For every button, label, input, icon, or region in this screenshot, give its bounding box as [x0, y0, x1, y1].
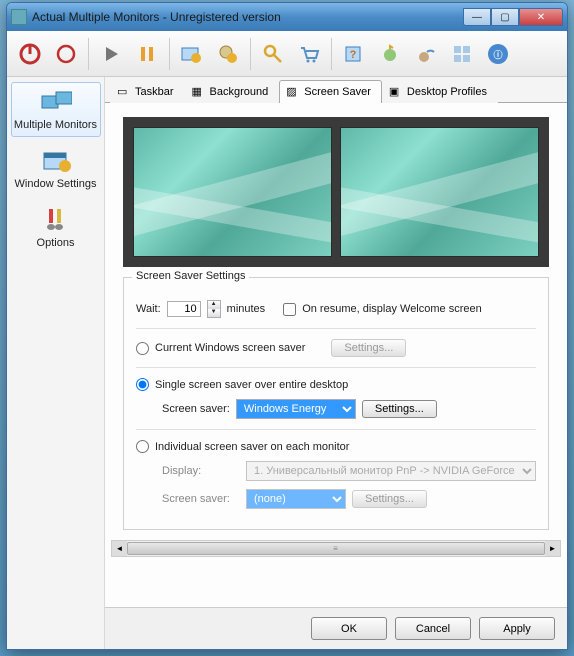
wait-input[interactable] [167, 301, 201, 317]
sidebar: Multiple Monitors Window Settings Option… [7, 77, 105, 649]
settings-button-individual[interactable]: Settings... [352, 490, 427, 508]
sidebar-item-multiple-monitors[interactable]: Multiple Monitors [11, 82, 101, 137]
pause-button[interactable] [130, 35, 164, 73]
multiple-monitors-icon [40, 88, 72, 116]
settings-button-current[interactable]: Settings... [331, 339, 406, 357]
wait-spinner[interactable]: ▲▼ [207, 300, 221, 318]
key-icon[interactable] [256, 35, 290, 73]
screen-saver-settings-group: Screen Saver Settings Wait: ▲▼ minutes O… [123, 277, 549, 530]
globe-icon[interactable]: ⓘ [481, 35, 515, 73]
ok-button[interactable]: OK [311, 617, 387, 640]
screensaver-preview [123, 117, 549, 267]
horizontal-scrollbar[interactable]: ◄ ≡ ► [111, 540, 561, 557]
app-icon [11, 9, 27, 25]
svg-text:?: ? [350, 49, 357, 61]
radio-individual[interactable] [136, 440, 149, 453]
sidebar-item-label: Window Settings [14, 178, 98, 190]
feedback-icon[interactable] [409, 35, 443, 73]
sidebar-item-options[interactable]: Options [11, 200, 101, 255]
window-settings-icon [40, 147, 72, 175]
apply-button[interactable]: Apply [479, 617, 555, 640]
opt-individual-label: Individual screen saver on each monitor [155, 441, 349, 453]
svg-text:ⓘ: ⓘ [493, 49, 502, 60]
close-button[interactable]: ✕ [519, 8, 563, 26]
ind-screen-saver-select[interactable]: (none) [246, 489, 346, 509]
maximize-button[interactable]: ▢ [491, 8, 519, 26]
grid-icon[interactable] [445, 35, 479, 73]
power-button[interactable] [13, 35, 47, 73]
tab-screen-saver[interactable]: ▨Screen Saver [279, 80, 382, 103]
toolbar: ? ⓘ [7, 31, 567, 77]
settings-button-single[interactable]: Settings... [362, 400, 437, 418]
screen-saver-label: Screen saver: [162, 403, 230, 415]
sidebar-item-label: Multiple Monitors [14, 119, 98, 131]
sidebar-item-label: Options [14, 237, 98, 249]
tab-background[interactable]: ▦Background [185, 80, 280, 103]
screen-saver-select[interactable]: Windows Energy [236, 399, 356, 419]
radio-single-screen-saver[interactable] [136, 378, 149, 391]
display-select[interactable]: 1. Универсальный монитор PnP -> NVIDIA G… [246, 461, 536, 481]
wait-label: Wait: [136, 303, 161, 315]
help-icon[interactable]: ? [337, 35, 371, 73]
resume-label: On resume, display Welcome screen [302, 303, 482, 315]
display-label: Display: [162, 465, 240, 477]
cancel-button[interactable]: Cancel [395, 617, 471, 640]
opt-single-label: Single screen saver over entire desktop [155, 379, 348, 391]
background-icon: ▦ [192, 85, 206, 99]
preview-monitor-1 [133, 127, 332, 257]
desktop-profiles-icon: ▣ [389, 85, 403, 99]
opt-current-label: Current Windows screen saver [155, 342, 305, 354]
group-title: Screen Saver Settings [132, 270, 249, 282]
config2-icon[interactable] [211, 35, 245, 73]
stop-button[interactable] [49, 35, 83, 73]
minimize-button[interactable]: — [463, 8, 491, 26]
cart-icon[interactable] [292, 35, 326, 73]
tab-taskbar[interactable]: ▭Taskbar [110, 80, 185, 103]
ind-screen-saver-label: Screen saver: [162, 493, 240, 505]
app-window: Actual Multiple Monitors - Unregistered … [6, 2, 568, 650]
taskbar-icon: ▭ [117, 85, 131, 99]
screen-saver-icon: ▨ [286, 85, 300, 99]
window-title: Actual Multiple Monitors - Unregistered … [32, 10, 463, 24]
tab-desktop-profiles[interactable]: ▣Desktop Profiles [382, 80, 498, 103]
sidebar-item-window-settings[interactable]: Window Settings [11, 141, 101, 196]
config1-icon[interactable] [175, 35, 209, 73]
play-button[interactable] [94, 35, 128, 73]
resume-checkbox[interactable] [283, 303, 296, 316]
dialog-footer: OK Cancel Apply [105, 607, 567, 649]
support-icon[interactable] [373, 35, 407, 73]
preview-monitor-2 [340, 127, 539, 257]
titlebar[interactable]: Actual Multiple Monitors - Unregistered … [7, 3, 567, 31]
tabs: ▭Taskbar ▦Background ▨Screen Saver ▣Desk… [105, 77, 567, 103]
options-icon [40, 206, 72, 234]
wait-unit: minutes [227, 303, 266, 315]
radio-current-windows[interactable] [136, 342, 149, 355]
